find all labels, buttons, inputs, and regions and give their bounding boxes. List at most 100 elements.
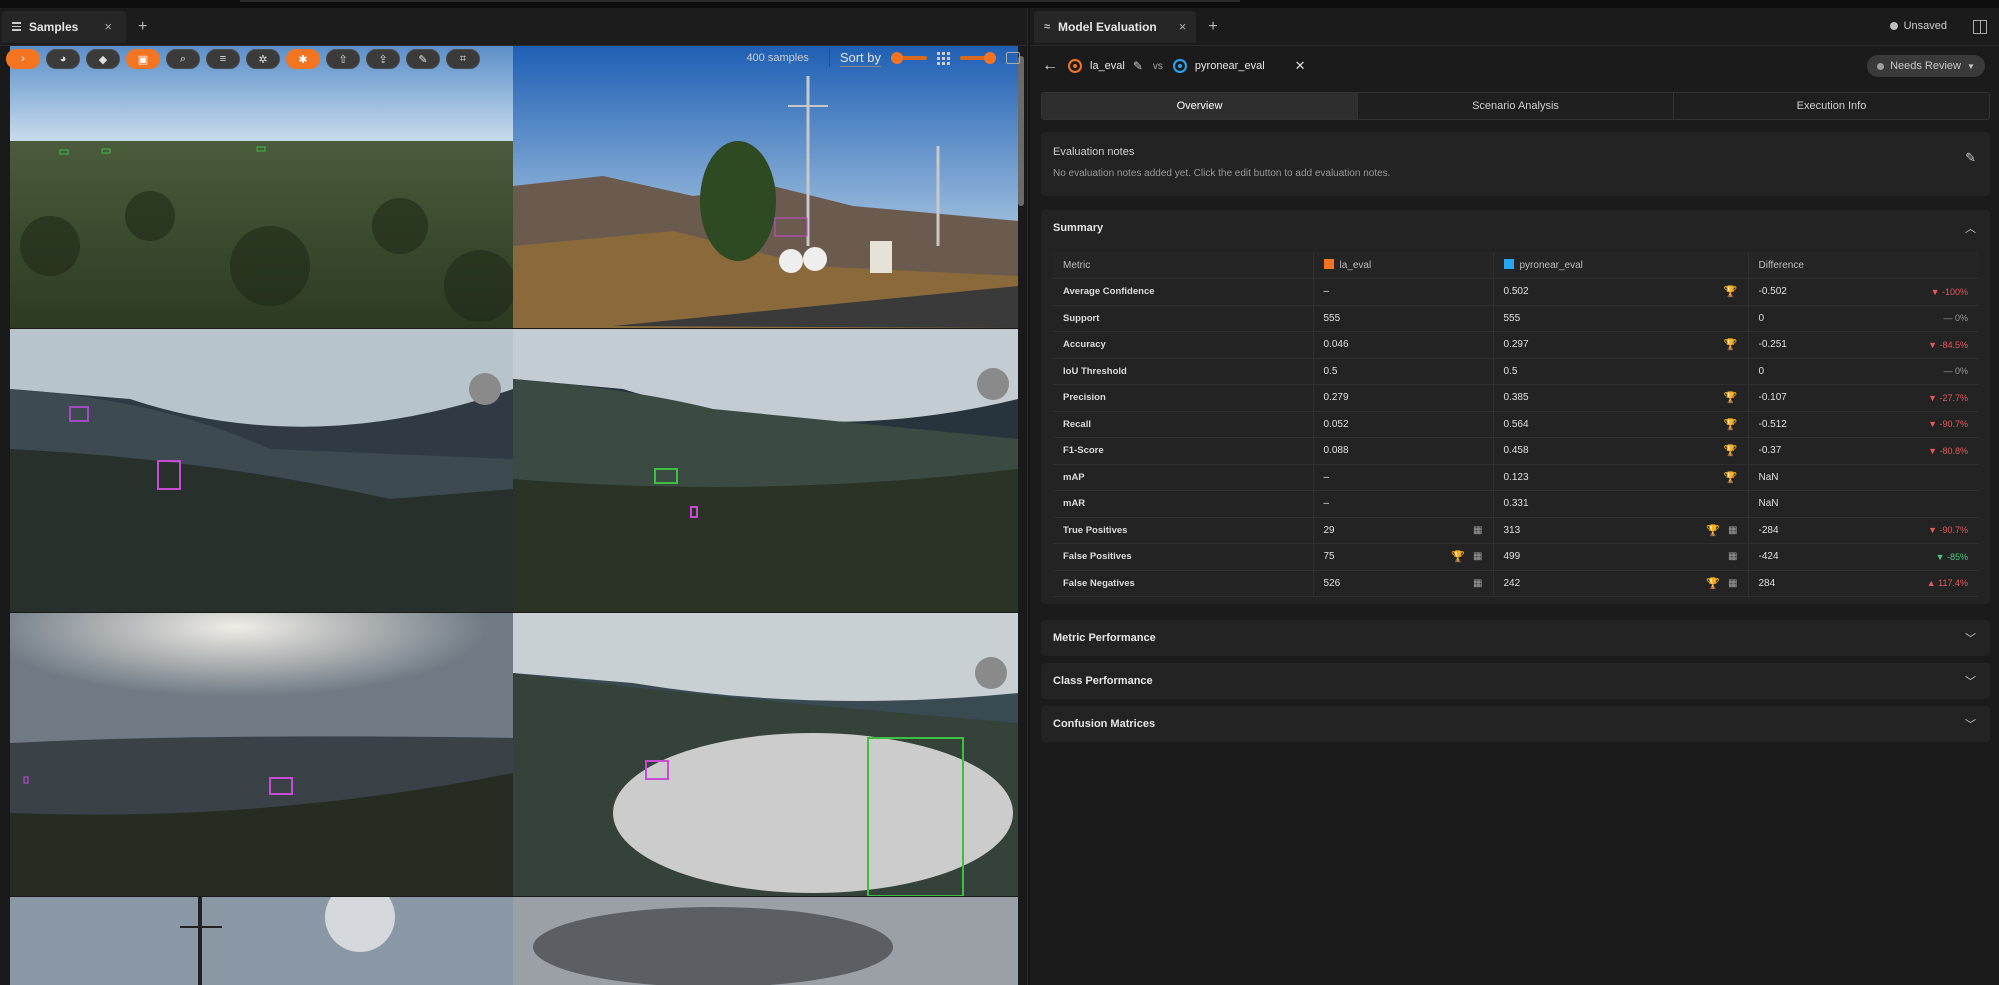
- back-arrow-icon[interactable]: ←: [1042, 57, 1058, 75]
- sort-order-slider[interactable]: [891, 52, 927, 64]
- tab-scenario-analysis[interactable]: Scenario Analysis: [1358, 93, 1674, 119]
- difference-value: -0.107 ▼ -27.7%: [1747, 384, 1978, 412]
- upload-icon: ⇧: [338, 53, 348, 66]
- table-row: Accuracy 0.046 0.297 🏆 -0.251 ▼ -84.5%: [1053, 331, 1978, 359]
- operator-button[interactable]: ✎: [406, 49, 440, 69]
- sample-thumbnail[interactable]: [10, 613, 513, 896]
- settings-button[interactable]: ✲: [246, 49, 280, 69]
- delta-badge: ▼ -90.7%: [1928, 419, 1968, 430]
- view-samples-icon[interactable]: ▦: [1728, 578, 1737, 589]
- list-button[interactable]: ≡: [206, 49, 240, 69]
- metric-name: F1-Score: [1053, 437, 1313, 465]
- grid-size-icon[interactable]: [937, 51, 950, 65]
- tab-overview[interactable]: Overview: [1042, 93, 1358, 119]
- metric-name: False Positives: [1053, 543, 1313, 571]
- model-a-name: la_eval: [1090, 60, 1125, 72]
- sample-thumbnail[interactable]: [513, 613, 1018, 896]
- search-button[interactable]: ⌕: [166, 49, 200, 69]
- metric-name: mAR: [1053, 490, 1313, 518]
- value-text: –: [1323, 471, 1330, 483]
- value-text: 0.5: [1323, 365, 1338, 377]
- chevron-up-icon[interactable]: ︿: [1965, 220, 1976, 236]
- tab-execution-info[interactable]: Execution Info: [1674, 93, 1989, 119]
- model-b-value: 0.385 🏆: [1492, 384, 1748, 412]
- table-row: Average Confidence – 0.502 🏆 -0.502 ▼ -100%: [1053, 278, 1978, 306]
- sample-thumbnail[interactable]: [513, 897, 1018, 985]
- slider-knob[interactable]: [891, 52, 903, 64]
- sample-thumbnail[interactable]: [513, 329, 1018, 612]
- grid-zoom-slider[interactable]: [960, 52, 996, 64]
- table-row: Recall 0.052 0.564 🏆 -0.512 ▼ -90.7%: [1053, 411, 1978, 438]
- close-icon[interactable]: ×: [1179, 19, 1187, 34]
- add-tab-button[interactable]: +: [138, 18, 147, 36]
- model-a-value: 29 ▦: [1312, 517, 1493, 544]
- color-scheme-button[interactable]: ◕: [46, 49, 80, 69]
- export-button[interactable]: ⇪: [366, 49, 400, 69]
- remove-compare-icon[interactable]: ✕: [1295, 58, 1306, 74]
- status-dot: [1877, 62, 1885, 70]
- tab-model-evaluation[interactable]: ≈ Model Evaluation ×: [1034, 10, 1197, 43]
- table-header-row: Metric la_eval pyronear_eval Difference: [1053, 252, 1978, 279]
- sample-thumbnail[interactable]: [10, 897, 513, 985]
- view-samples-icon[interactable]: ▦: [1728, 525, 1737, 536]
- divider: [828, 49, 830, 67]
- value-text: 75: [1323, 551, 1335, 563]
- class-performance-section[interactable]: Class Performance ﹀: [1041, 663, 1990, 699]
- metric-name: False Negatives: [1053, 570, 1313, 597]
- pencil-icon[interactable]: ✎: [1133, 59, 1143, 73]
- chevron-down-icon[interactable]: ﹀: [1965, 673, 1976, 689]
- grid-icon: [12, 22, 21, 31]
- model-b-swatch: [1503, 259, 1514, 269]
- sample-thumbnail[interactable]: [10, 46, 513, 328]
- model-a-value: 526 ▦: [1312, 570, 1493, 597]
- slider-knob[interactable]: [984, 52, 996, 64]
- trophy-icon: 🏆: [1723, 392, 1738, 405]
- diff-text: -284: [1758, 524, 1779, 536]
- table-row: True Positives 29 ▦ 313 🏆 ▦ -284 ▼ -90.7%: [1053, 517, 1978, 544]
- view-samples-icon[interactable]: ▦: [1728, 551, 1737, 562]
- review-status-dropdown[interactable]: Needs Review ▼: [1867, 55, 1985, 77]
- palette-icon: ◕: [59, 53, 67, 65]
- value-text: 0.458: [1503, 445, 1529, 457]
- split-layout-icon[interactable]: [1973, 20, 1987, 34]
- value-text: 0.5: [1503, 365, 1518, 377]
- fullscreen-icon[interactable]: [1006, 52, 1020, 64]
- sort-by-select[interactable]: Sort by: [839, 50, 881, 67]
- view-samples-icon[interactable]: ▦: [1473, 551, 1482, 562]
- upload-button[interactable]: ⇧: [326, 49, 360, 69]
- close-icon[interactable]: ×: [104, 19, 112, 34]
- trophy-icon: 🏆: [1723, 418, 1738, 431]
- model-a-value: 0.088: [1312, 437, 1493, 465]
- confusion-matrices-section[interactable]: Confusion Matrices ﹀: [1041, 706, 1990, 742]
- col-model-b-label: pyronear_eval: [1519, 260, 1583, 271]
- section-title: Metric Performance: [1053, 632, 1156, 644]
- value-text: 242: [1503, 577, 1521, 589]
- add-tab-button[interactable]: +: [1208, 18, 1217, 36]
- chevron-down-icon[interactable]: ﹀: [1965, 716, 1976, 732]
- summary-header[interactable]: Summary ︿: [1041, 210, 1990, 246]
- table-row: Precision 0.279 0.385 🏆 -0.107 ▼ -27.7%: [1053, 384, 1978, 412]
- sample-thumbnail[interactable]: [10, 329, 513, 612]
- vs-label: vs: [1152, 60, 1163, 72]
- trophy-icon: 🏆: [1706, 577, 1721, 590]
- diff-text: -0.37: [1758, 445, 1782, 457]
- metric-performance-section[interactable]: Metric Performance ﹀: [1041, 620, 1990, 656]
- patches-button[interactable]: ▣: [126, 49, 160, 69]
- difference-value: -0.37 ▼ -80.8%: [1747, 437, 1978, 465]
- trophy-icon: 🏆: [1451, 551, 1466, 564]
- sample-thumbnail[interactable]: [513, 46, 1018, 328]
- evaluation-tabbar: ≈ Model Evaluation × + Unsaved: [1030, 8, 1999, 46]
- grid-scrollbar[interactable]: [1018, 56, 1024, 206]
- sample-count: 400 samples: [746, 52, 809, 64]
- model-a-value: 0.046: [1312, 331, 1493, 359]
- brain-button[interactable]: ✱: [286, 49, 320, 69]
- view-samples-icon[interactable]: ▦: [1473, 578, 1482, 589]
- view-samples-icon[interactable]: ▦: [1473, 525, 1482, 536]
- chevron-down-icon[interactable]: ﹀: [1965, 630, 1976, 646]
- value-text: 0.088: [1323, 445, 1349, 457]
- sidebar-toggle-button[interactable]: ›: [6, 49, 40, 69]
- edit-notes-icon[interactable]: ✎: [1965, 150, 1976, 166]
- tag-button[interactable]: ◆: [86, 49, 120, 69]
- terminal-button[interactable]: ⌗: [446, 49, 480, 69]
- tab-samples[interactable]: Samples ×: [2, 10, 126, 43]
